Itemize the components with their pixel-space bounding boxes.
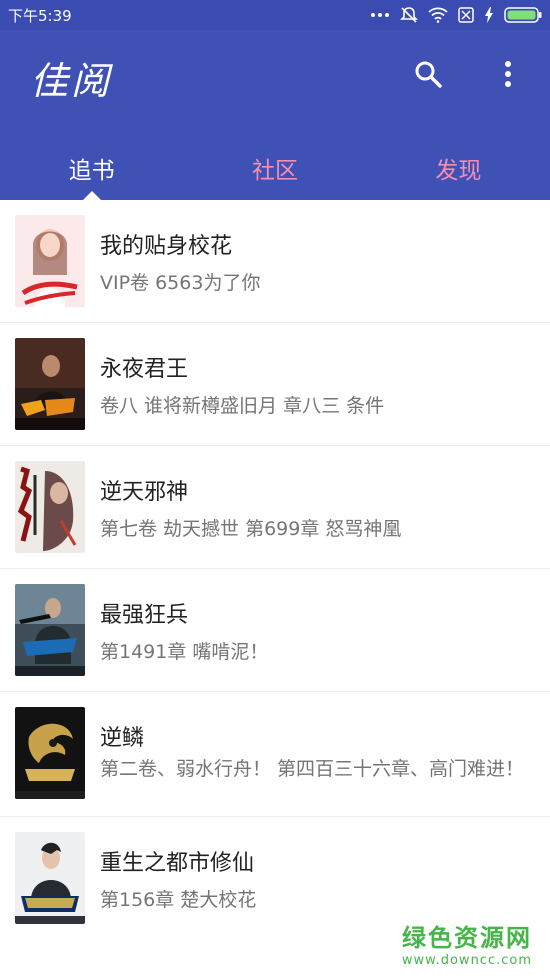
book-cover: [15, 707, 85, 799]
book-cover: [15, 215, 85, 307]
tab-following[interactable]: 追书: [0, 136, 183, 200]
tab-label: 社区: [251, 158, 298, 184]
more-options-button[interactable]: [488, 56, 528, 96]
dots-icon: [370, 11, 390, 19]
book-latest-chapter: 第二卷、弱水行舟！ 第四百三十六章、高门难进！: [100, 758, 525, 780]
sim-off-icon: [458, 7, 474, 23]
book-title: 重生之都市修仙: [100, 851, 255, 876]
list-item[interactable]: 永夜君王 卷八 谁将新樽盛旧月 章八三 条件: [0, 323, 550, 446]
search-icon: [414, 60, 442, 92]
book-title: 最强狂兵: [100, 603, 189, 628]
tab-label: 发现: [435, 158, 482, 184]
book-title: 逆天邪神: [100, 480, 189, 505]
charging-icon: [484, 7, 494, 23]
wifi-icon: [428, 7, 448, 23]
app-title: 佳阅: [30, 59, 113, 103]
book-cover: [15, 338, 85, 430]
book-cover: [15, 584, 85, 676]
list-item[interactable]: 我的贴身校花 VIP卷 6563为了你: [0, 200, 550, 323]
watermark-url: www.downcc.com: [401, 953, 532, 968]
watermark: 绿色资源网 www.downcc.com: [402, 918, 532, 968]
tab-community[interactable]: 社区: [183, 136, 366, 200]
tab-bar: 追书 社区 发现: [0, 136, 550, 200]
book-latest-chapter: 第七卷 劫天撼世 第699章 怒骂神凰: [100, 518, 402, 540]
book-title: 逆鳞: [100, 726, 145, 751]
more-vert-icon: [504, 60, 512, 92]
book-title: 永夜君王: [100, 357, 189, 382]
list-item[interactable]: 最强狂兵 第1491章 嘴啃泥！: [0, 569, 550, 692]
list-item[interactable]: 逆天邪神 第七卷 劫天撼世 第699章 怒骂神凰: [0, 446, 550, 569]
book-latest-chapter: 第1491章 嘴啃泥！: [100, 641, 269, 663]
book-cover: [15, 832, 85, 924]
app-bar: 佳阅 追书 社区 发现: [0, 30, 550, 200]
tab-discover[interactable]: 发现: [367, 136, 550, 200]
battery-icon: [504, 7, 542, 23]
book-latest-chapter: 第156章 楚大校花: [100, 889, 257, 911]
status-bar: 下午5:39: [0, 0, 550, 30]
book-latest-chapter: VIP卷 6563为了你: [100, 272, 261, 294]
book-list: 我的贴身校花 VIP卷 6563为了你 永夜君王 卷八 谁将新樽盛旧月 章八三 …: [0, 200, 550, 940]
book-latest-chapter: 卷八 谁将新樽盛旧月 章八三 条件: [100, 395, 385, 417]
tab-label: 追书: [68, 158, 115, 184]
tab-indicator: [82, 191, 101, 200]
book-cover: [15, 461, 85, 553]
list-item[interactable]: 逆鳞 第二卷、弱水行舟！ 第四百三十六章、高门难进！: [0, 692, 550, 817]
watermark-title: 绿色资源网: [402, 924, 532, 952]
book-title: 我的贴身校花: [100, 234, 233, 259]
alarm-off-icon: [400, 6, 418, 24]
status-icons: [370, 6, 542, 24]
status-time: 下午5:39: [8, 6, 72, 25]
search-button[interactable]: [408, 56, 448, 96]
